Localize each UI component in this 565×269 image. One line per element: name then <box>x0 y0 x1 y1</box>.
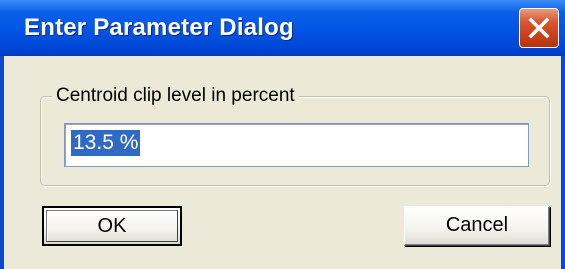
parameter-dialog: Enter Parameter Dialog Centroid clip lev… <box>0 0 565 269</box>
clip-level-input[interactable]: 13.5 % <box>64 123 529 167</box>
window-title: Enter Parameter Dialog <box>24 14 294 41</box>
clip-level-value: 13.5 % <box>69 129 142 157</box>
ok-button-label: OK <box>97 215 127 237</box>
title-bar[interactable]: Enter Parameter Dialog <box>0 0 565 56</box>
cancel-button-label: Cancel <box>445 214 509 236</box>
groupbox-label: Centroid clip level in percent <box>52 85 299 107</box>
ok-button[interactable]: OK <box>42 206 182 246</box>
close-icon <box>528 17 550 39</box>
cancel-button[interactable]: Cancel <box>404 206 550 246</box>
close-button[interactable] <box>519 8 559 48</box>
